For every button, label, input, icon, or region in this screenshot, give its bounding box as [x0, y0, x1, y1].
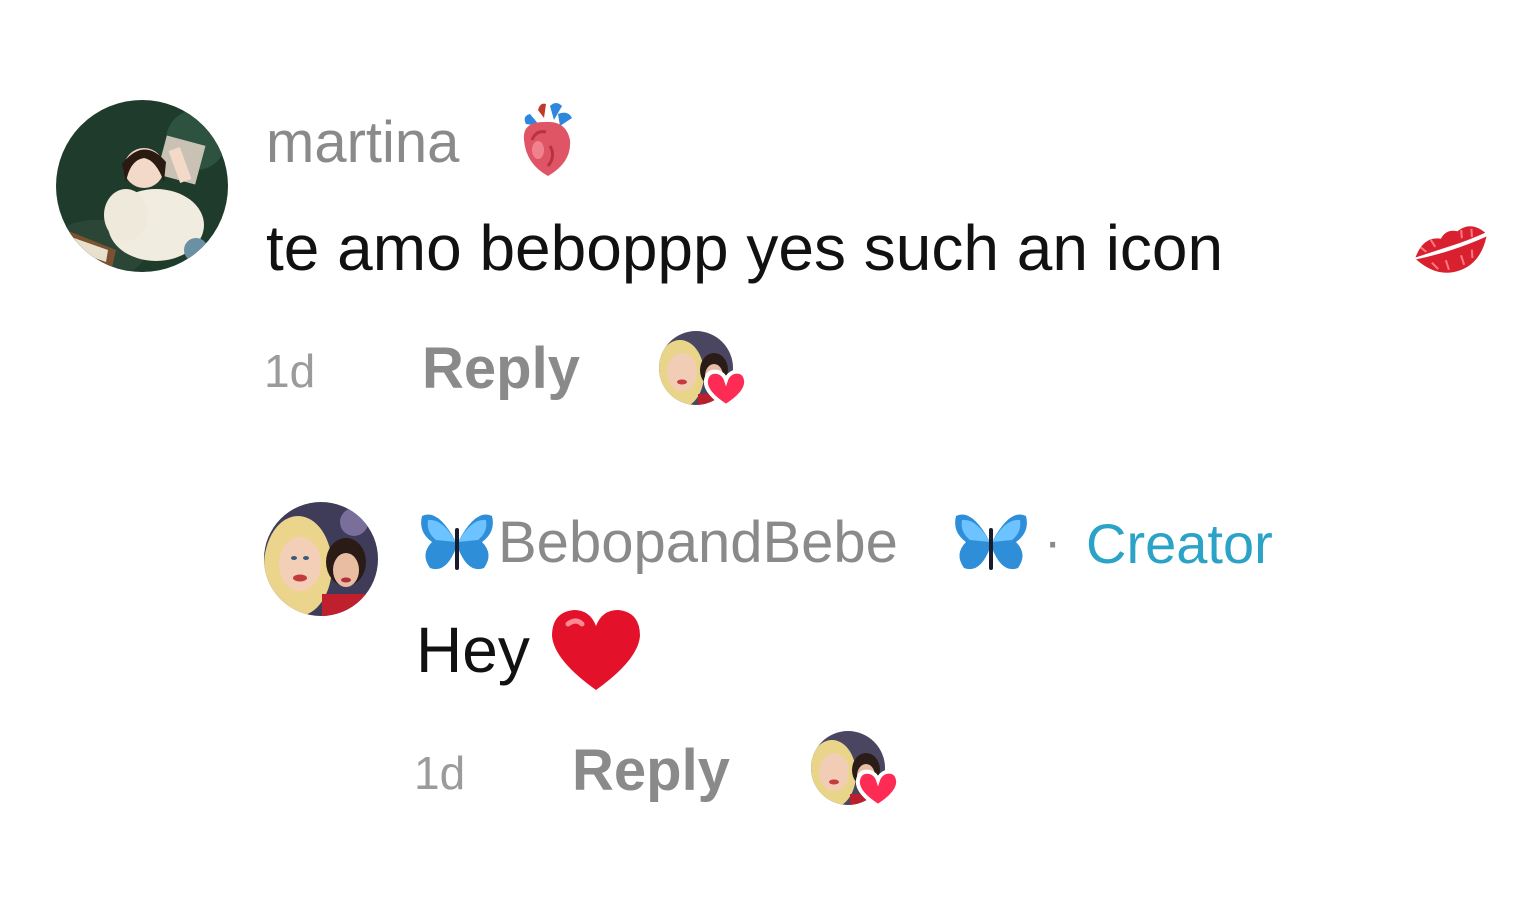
- comment-username[interactable]: BebopandBebe: [498, 514, 898, 572]
- anatomical-heart-icon: [516, 100, 576, 180]
- butterfly-icon: [952, 508, 1030, 578]
- creator-heart-avatar-icon: [658, 330, 754, 410]
- reply-button[interactable]: Reply: [572, 742, 730, 800]
- red-heart-icon: [548, 604, 644, 694]
- kiss-mark-icon: [1408, 212, 1494, 282]
- avatar[interactable]: [264, 502, 378, 616]
- butterfly-icon: [418, 508, 496, 578]
- comment-text: te amo beboppp yes such an icon: [266, 212, 1224, 284]
- separator-dot: ·: [1044, 513, 1062, 571]
- reply-button[interactable]: Reply: [422, 340, 580, 398]
- creator-heart-avatar-icon: [810, 730, 906, 810]
- avatar[interactable]: [56, 100, 228, 272]
- comment-username[interactable]: martina: [266, 114, 459, 172]
- creator-badge: Creator: [1086, 512, 1273, 575]
- comment-timestamp: 1d: [414, 747, 466, 799]
- comment-text: Hey: [416, 614, 530, 686]
- comment-timestamp: 1d: [264, 345, 316, 397]
- comment-thread: martina te amo beboppp yes such an icon: [0, 0, 1536, 899]
